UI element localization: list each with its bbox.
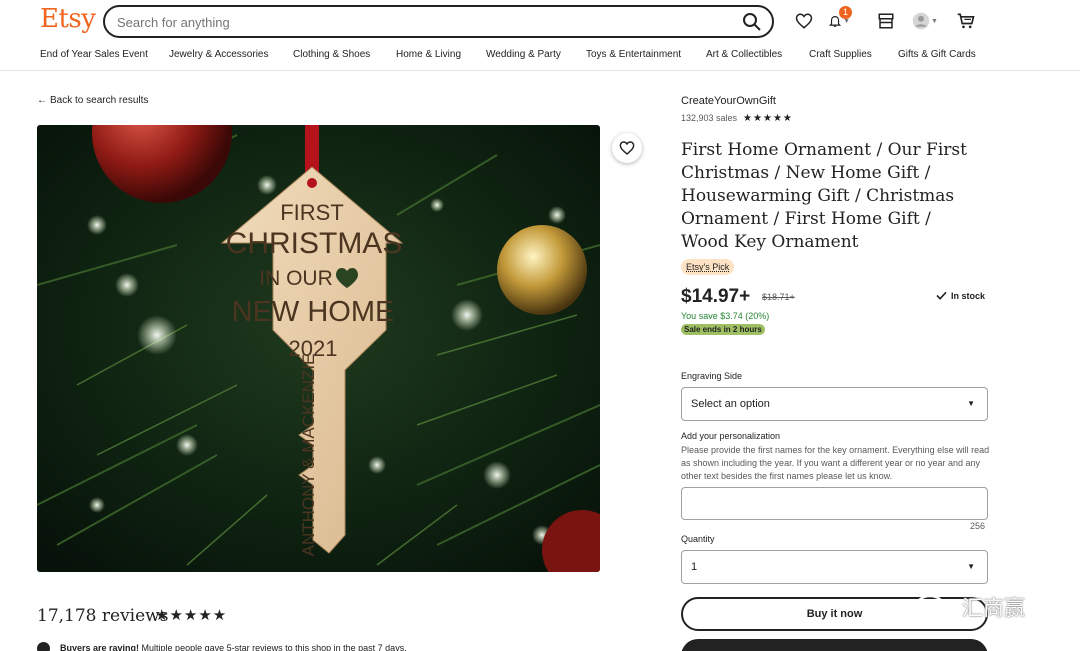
category-link[interactable]: Art & Collectibles <box>706 49 782 60</box>
arrow-left-icon: ← <box>37 95 47 106</box>
quantity-select[interactable]: 1 ▼ <box>681 550 988 584</box>
shop-icon[interactable] <box>875 10 897 32</box>
chevron-down-icon: ▼ <box>967 399 975 408</box>
category-link[interactable]: Jewelry & Accessories <box>169 49 268 60</box>
price: $14.97+ <box>681 286 751 307</box>
category-link[interactable]: Craft Supplies <box>809 49 872 60</box>
stock-status: In stock <box>936 291 985 301</box>
savings-text: You save $3.74 (20%) <box>681 311 770 321</box>
watermark-text: 汇商赢 <box>962 597 1025 620</box>
back-link-label: Back to search results <box>50 95 149 106</box>
heart-icon <box>619 141 635 155</box>
watermark: 汇商赢 <box>914 592 1025 625</box>
add-to-cart-button[interactable] <box>681 639 988 651</box>
ornament-text-line3: IN OUR <box>259 267 333 290</box>
search-icon[interactable] <box>742 12 762 32</box>
engraving-label: Engraving Side <box>681 371 743 381</box>
listing-title: First Home Ornament / Our First Christma… <box>681 140 967 252</box>
notification-badge: 1 <box>839 6 852 19</box>
engraving-select-value: Select an option <box>691 398 770 410</box>
category-link[interactable]: Clothing & Shoes <box>293 49 370 60</box>
raving-bold: Buyers are raving! <box>60 642 140 651</box>
ornament-text-line4: NEW HOME <box>232 296 395 328</box>
review-stars: ★★★★★ <box>155 607 228 624</box>
etsys-pick-badge[interactable]: Etsy's Pick <box>681 259 735 275</box>
check-icon <box>936 291 947 300</box>
category-link[interactable]: Wedding & Party <box>486 49 561 60</box>
chevron-down-icon: ▼ <box>967 562 975 571</box>
stock-label: In stock <box>951 291 986 301</box>
original-price: $18.71+ <box>762 292 795 302</box>
reviews-count[interactable]: 17,178 reviews <box>37 606 168 626</box>
category-link[interactable]: Toys & Entertainment <box>586 49 681 60</box>
heart-icon[interactable] <box>793 10 815 32</box>
notifications-button[interactable]: 1 ▼ <box>828 6 852 32</box>
personalization-textarea[interactable] <box>681 487 988 520</box>
etsy-logo[interactable]: Etsy <box>40 4 96 34</box>
chevron-down-icon: ▼ <box>931 17 938 25</box>
category-link[interactable]: End of Year Sales Event <box>40 49 148 60</box>
info-icon <box>37 642 50 651</box>
personalization-instructions: Please provide the first names for the k… <box>681 445 990 481</box>
user-icon <box>912 12 930 30</box>
engraving-select[interactable]: Select an option ▼ <box>681 387 988 421</box>
favorite-button[interactable] <box>612 133 642 163</box>
buyers-raving-notice: Buyers are raving! Multiple people gave … <box>37 642 407 651</box>
ornament-text-line2: CHRISTMAS <box>226 227 403 260</box>
product-image[interactable]: FIRST CHRISTMAS IN OUR NEW HOME 2021 ANT… <box>37 125 600 572</box>
shop-name-link[interactable]: CreateYourOwnGift <box>681 95 776 107</box>
ornament-names: ANTHONY & MACKENZIE <box>299 354 318 557</box>
raving-text: Multiple people gave 5-star reviews to t… <box>139 642 407 651</box>
category-nav: End of Year Sales Event Jewelry & Access… <box>0 49 1080 65</box>
wechat-icon <box>914 595 957 623</box>
cart-icon[interactable] <box>955 10 977 32</box>
category-link[interactable]: Gifts & Gift Cards <box>898 49 976 60</box>
quantity-label: Quantity <box>681 534 715 544</box>
sales-count: 132,903 sales <box>681 113 738 123</box>
site-header: Etsy 1 ▼ ▼ End of Year Sales Event Jewel… <box>0 0 1080 71</box>
search-bar[interactable] <box>103 5 774 38</box>
account-button[interactable]: ▼ <box>908 10 942 32</box>
back-to-search-link[interactable]: ← Back to search results <box>37 95 148 106</box>
ornament-text-line1: FIRST <box>280 200 344 225</box>
personalization-label: Add your personalization <box>681 431 781 441</box>
shop-sales: 132,903 sales ★★★★★ <box>681 113 793 124</box>
category-link[interactable]: Home & Living <box>396 49 461 60</box>
sale-ends-badge: Sale ends in 2 hours <box>681 324 765 335</box>
quantity-select-value: 1 <box>691 561 698 573</box>
character-counter: 256 <box>970 521 986 531</box>
search-input[interactable] <box>117 13 717 31</box>
shop-rating-stars: ★★★★★ <box>743 113 793 124</box>
